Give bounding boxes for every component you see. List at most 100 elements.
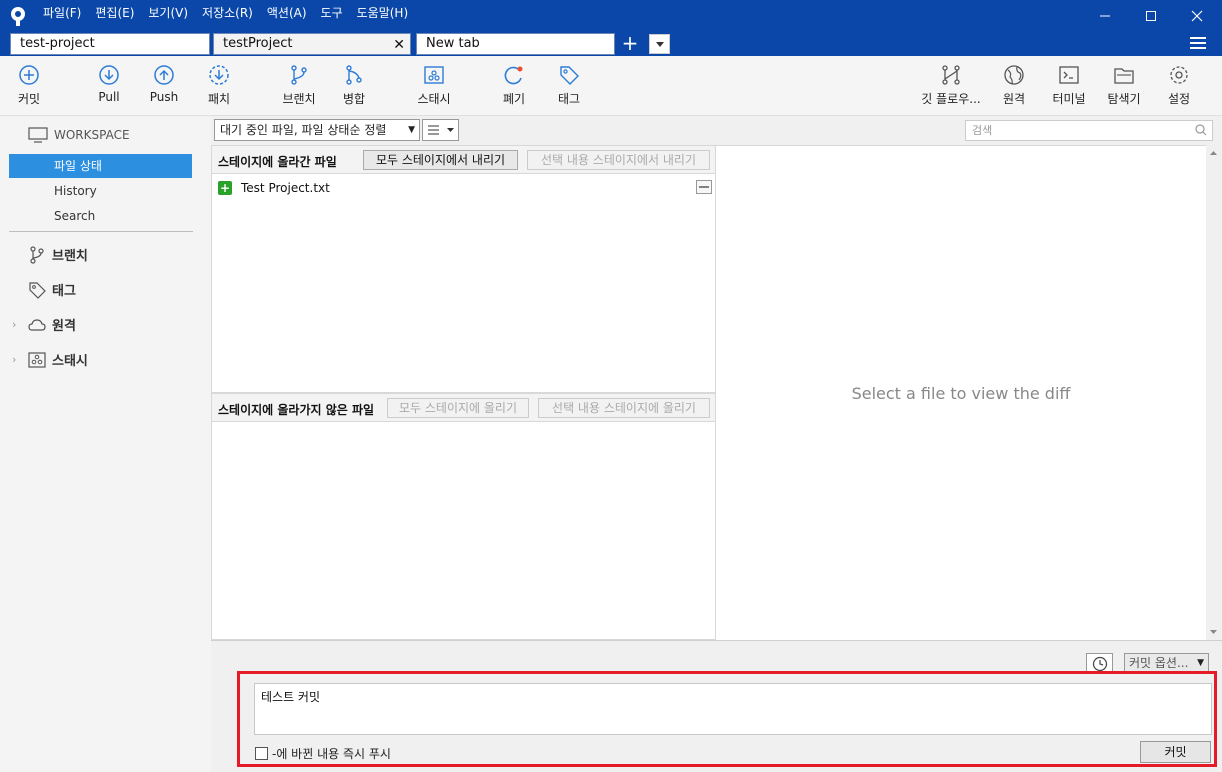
- view-mode-select[interactable]: [422, 119, 459, 141]
- menu-help[interactable]: 도움말(H): [350, 1, 416, 25]
- minus-icon: [699, 186, 709, 188]
- stage-selected-button[interactable]: 선택 내용 스테이지에 올리기: [538, 398, 710, 418]
- file-filter-select[interactable]: 대기 중인 파일, 파일 상태순 정렬 ▼: [214, 119, 420, 141]
- tab-testproject[interactable]: testProject ✕: [213, 33, 411, 55]
- branch-icon: [30, 245, 44, 264]
- sidebar: WORKSPACE 파일 상태 History Search 브랜치 태그 › …: [0, 117, 211, 772]
- merge-button[interactable]: 병합: [336, 64, 372, 107]
- search-input[interactable]: 검색: [965, 120, 1213, 141]
- unstage-all-button[interactable]: 모두 스테이지에서 내리기: [363, 150, 518, 170]
- globe-icon: [1004, 65, 1024, 85]
- discard-label: 폐기: [502, 92, 526, 106]
- fetch-icon: [209, 65, 229, 85]
- toolbar: 커밋 Pull Push 패치 브랜치 병합 스태시 폐기 태그 깃 플로우..…: [0, 56, 1222, 116]
- unstage-selected-button[interactable]: 선택 내용 스테이지에서 내리기: [527, 150, 710, 170]
- highlight-frame: 테스트 커밋 -에 바뀐 내용 즉시 푸시 커밋: [237, 671, 1217, 767]
- sidebar-item-remotes[interactable]: 원격: [28, 315, 76, 334]
- tab-new-tab[interactable]: New tab: [416, 33, 615, 55]
- diff-scrollbar[interactable]: [1206, 145, 1221, 640]
- sidebar-item-branches[interactable]: 브랜치: [28, 245, 88, 264]
- stash-button[interactable]: 스태시: [412, 64, 456, 107]
- pull-button[interactable]: Pull: [90, 64, 128, 104]
- tab-label: test-project: [20, 36, 95, 51]
- sidebar-item-file-status[interactable]: 파일 상태: [9, 154, 192, 178]
- commit-tool-label: 커밋: [17, 92, 41, 106]
- discard-button[interactable]: 폐기: [496, 64, 532, 107]
- filter-bar: 대기 중인 파일, 파일 상태순 정렬 ▼ 검색: [211, 117, 1222, 145]
- tag-icon: [560, 66, 579, 85]
- explorer-button[interactable]: 탐색기: [1104, 64, 1144, 107]
- gear-icon: [1170, 66, 1188, 84]
- menu-tools[interactable]: 도구: [314, 1, 350, 25]
- branch-button[interactable]: 브랜치: [278, 64, 320, 107]
- tab-close-icon[interactable]: ✕: [393, 35, 405, 55]
- cloud-icon: [28, 318, 46, 331]
- search-icon: [1195, 124, 1207, 136]
- commit-message-input[interactable]: 테스트 커밋: [254, 683, 1212, 735]
- tab-list-dropdown[interactable]: [649, 34, 670, 54]
- diff-placeholder: Select a file to view the diff: [851, 384, 1071, 403]
- list-view-icon: [428, 125, 454, 135]
- terminal-icon: [1059, 66, 1079, 84]
- menu-edit[interactable]: 편집(E): [88, 1, 141, 25]
- file-added-icon: +: [218, 181, 232, 195]
- sidebar-item-tags[interactable]: 태그: [28, 280, 76, 299]
- commit-icon: [19, 65, 39, 85]
- close-window-button[interactable]: [1174, 0, 1220, 32]
- stash-label: 스태시: [417, 92, 451, 106]
- fetch-button[interactable]: 패치: [200, 64, 238, 107]
- sidebar-item-stashes[interactable]: 스태시: [28, 350, 88, 369]
- staged-file-row[interactable]: + Test Project.txt: [218, 179, 714, 197]
- tags-label: 태그: [52, 284, 76, 299]
- push-immediately-checkbox[interactable]: -에 바뀐 내용 즉시 푸시: [255, 745, 391, 762]
- chevron-down-icon: ▼: [408, 125, 415, 135]
- commit-button[interactable]: 커밋: [1140, 741, 1211, 763]
- tag-label: 태그: [557, 92, 581, 106]
- push-button[interactable]: Push: [145, 64, 183, 104]
- menu-file[interactable]: 파일(F): [36, 1, 88, 25]
- stash-icon: [28, 351, 46, 368]
- unstage-file-button[interactable]: [696, 180, 712, 194]
- push-immediately-label: -에 바뀐 내용 즉시 푸시: [272, 747, 391, 761]
- sidebar-item-history[interactable]: History: [54, 184, 97, 198]
- menu-actions[interactable]: 액션(A): [260, 1, 314, 25]
- tag-button[interactable]: 태그: [551, 64, 587, 107]
- unstaged-panel-title: 스테이지에 올라가지 않은 파일: [218, 403, 375, 417]
- settings-button[interactable]: 설정: [1161, 64, 1197, 107]
- tab-test-project[interactable]: test-project: [10, 33, 210, 55]
- diff-pane: Select a file to view the diff: [716, 145, 1206, 640]
- maximize-button[interactable]: [1128, 0, 1174, 32]
- tab-label: testProject: [223, 36, 293, 51]
- stage-all-button[interactable]: 모두 스테이지에 올리기: [387, 398, 529, 418]
- pull-label: Pull: [98, 90, 120, 104]
- menu-repository[interactable]: 저장소(R): [195, 1, 260, 25]
- scrollbar-arrows: [1210, 151, 1217, 634]
- chevron-down-icon: [655, 41, 664, 47]
- chevron-right-icon[interactable]: ›: [12, 353, 16, 366]
- settings-label: 설정: [1167, 92, 1191, 106]
- menu-view[interactable]: 보기(V): [141, 1, 195, 25]
- checkbox-box[interactable]: [255, 747, 268, 760]
- add-tab-button[interactable]: +: [620, 32, 640, 56]
- commit-area: 커밋 옵션... ▼ 테스트 커밋 -에 바뀐 내용 즉시 푸시 커밋: [211, 640, 1222, 772]
- sourcetree-logo-icon: [11, 7, 25, 26]
- remotes-label: 원격: [52, 319, 76, 334]
- chevron-right-icon[interactable]: ›: [12, 318, 16, 331]
- remote-button[interactable]: 원격: [996, 64, 1032, 107]
- staged-panel-header: 스테이지에 올라간 파일 모두 스테이지에서 내리기 선택 내용 스테이지에서 …: [212, 146, 715, 174]
- menu-bar: 파일(F) 편집(E) 보기(V) 저장소(R) 액션(A) 도구 도움말(H): [36, 0, 415, 26]
- commit-tool-button[interactable]: 커밋: [10, 64, 48, 107]
- tag-icon: [29, 281, 46, 299]
- git-flow-button[interactable]: 깃 플로우...: [918, 64, 984, 107]
- push-label: Push: [149, 90, 179, 104]
- minimize-button[interactable]: [1082, 0, 1128, 32]
- hamburger-menu-icon[interactable]: [1190, 36, 1206, 50]
- clock-icon: [1092, 656, 1107, 671]
- unstaged-panel-header: 스테이지에 올라가지 않은 파일 모두 스테이지에 올리기 선택 내용 스테이지…: [212, 394, 715, 422]
- branches-label: 브랜치: [52, 249, 88, 264]
- terminal-button[interactable]: 터미널: [1049, 64, 1089, 107]
- folder-icon: [1114, 68, 1134, 84]
- file-filter-value: 대기 중인 파일, 파일 상태순 정렬: [220, 123, 387, 137]
- sidebar-item-search[interactable]: Search: [54, 209, 95, 223]
- remote-label: 원격: [1002, 92, 1026, 106]
